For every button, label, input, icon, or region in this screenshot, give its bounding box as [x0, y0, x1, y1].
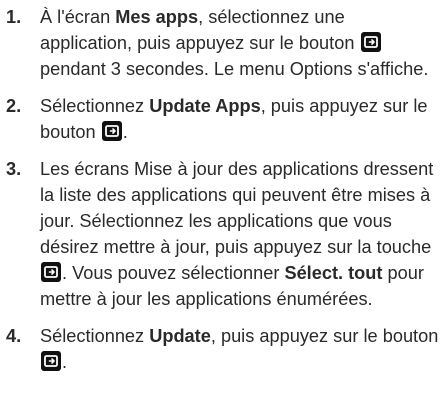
step-text: pendant 3 secondes. Le menu Options s'af… — [40, 59, 429, 79]
enter-button-icon — [101, 121, 122, 141]
step-text: À l'écran — [40, 7, 116, 27]
step-number: 4. — [6, 326, 22, 346]
step-3: 3. Les écrans Mise à jour des applicatio… — [0, 156, 445, 312]
step-text: Sélectionnez — [40, 96, 150, 116]
step-text: Sélectionnez — [40, 326, 150, 346]
instruction-steps: 1. À l'écran Mes apps, sélectionnez une … — [0, 4, 445, 386]
screen-name-my-apps: Mes apps — [115, 7, 199, 27]
step-number: 2. — [6, 96, 22, 116]
step-text: . Vous pouvez sélectionner — [62, 263, 285, 283]
step-text: . — [62, 352, 68, 372]
step-text: Les écrans Mise à jour des applications … — [40, 159, 434, 257]
step-1: 1. À l'écran Mes apps, sélectionnez une … — [0, 4, 445, 82]
step-2: 2. Sélectionnez Update Apps, puis appuye… — [0, 93, 445, 145]
enter-button-icon — [41, 262, 61, 282]
step-text: , puis appuyez sur le bouton — [210, 326, 439, 346]
option-update: Update — [149, 326, 211, 346]
enter-button-icon — [41, 351, 61, 371]
option-select-all: Sélect. tout — [284, 263, 383, 283]
step-text: . — [122, 122, 128, 142]
step-4: 4. Sélectionnez Update, puis appuyez sur… — [0, 323, 445, 375]
enter-button-icon — [360, 32, 381, 52]
option-update-apps: Update Apps — [149, 96, 261, 116]
step-number: 3. — [6, 159, 22, 179]
step-number: 1. — [6, 7, 22, 27]
